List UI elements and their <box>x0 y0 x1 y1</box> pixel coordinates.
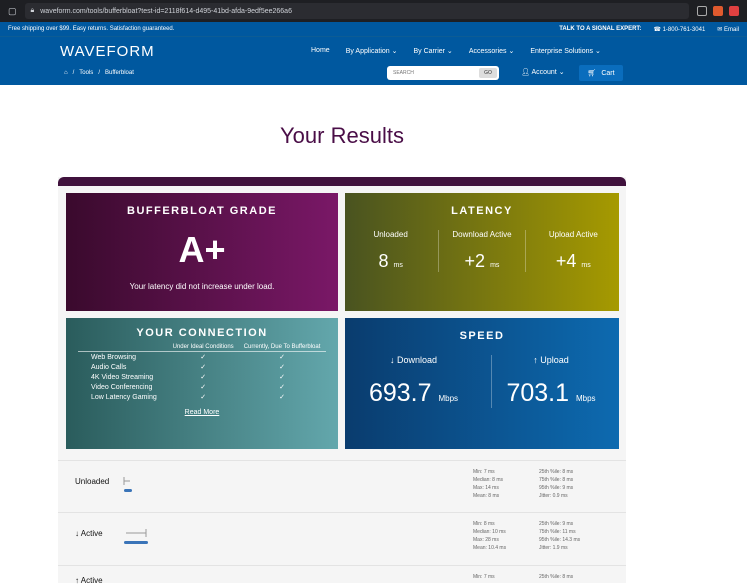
grade-subtitle: Your latency did not increase under load… <box>129 282 275 291</box>
breadcrumb-tools[interactable]: Tools <box>79 70 93 76</box>
latency-unloaded: Unloaded 8 ms <box>373 230 408 271</box>
promo-text: Free shipping over $99. Easy returns. Sa… <box>8 26 175 32</box>
check-icon: ✓ <box>279 384 285 391</box>
read-more-link[interactable]: Read More <box>66 409 338 416</box>
share-icon[interactable] <box>697 6 707 16</box>
search-input[interactable] <box>387 67 475 79</box>
speed-title: SPEED <box>459 330 505 342</box>
latency-download-active: Download Active +2 ms <box>437 230 526 272</box>
browser-toolbar: ▢ 🔒︎ waveform.com/tools/bufferbloat?test… <box>0 0 747 22</box>
breadcrumb: ⌂ / Tools / Bufferbloat <box>64 70 134 76</box>
stats-row-download-active: ↓ Active Min: 8 ms Median: 10 ms Max: 28 m… <box>58 512 626 564</box>
check-icon: ✓ <box>200 374 207 381</box>
check-icon: ✓ <box>200 384 207 391</box>
latency-upload-active: Upload Active +4 ms <box>548 230 598 271</box>
check-icon: ✓ <box>200 394 207 401</box>
page-title: Your Results <box>280 123 404 148</box>
breadcrumb-bufferbloat: Bufferbloat <box>104 70 134 76</box>
latency-boxplot <box>124 529 148 544</box>
breadcrumb-sep: / <box>72 70 75 76</box>
table-row: Video Conferencing ✓ ✓ <box>78 382 326 392</box>
lock-icon: 🔒︎ <box>30 7 35 14</box>
account-label: Account ⌄ <box>531 69 565 76</box>
nav-menu: Home By Application ⌄ By Carrier ⌄ Acces… <box>311 47 601 55</box>
cart-icon: 🛒︎ <box>587 70 597 77</box>
speed-upload: ↑ Upload 703.1 Mbps <box>490 355 611 408</box>
search-box: GO <box>387 66 499 80</box>
home-icon[interactable]: ⌂ <box>64 70 68 76</box>
connection-table: Under Ideal Conditions Currently, Due To… <box>78 343 326 402</box>
grade-title: BUFFERBLOAT GRADE <box>127 205 277 217</box>
check-icon: ✓ <box>279 364 285 371</box>
url-text[interactable]: waveform.com/tools/bufferbloat?test-id=2… <box>40 8 292 15</box>
brave-shield-icon[interactable] <box>713 6 723 16</box>
check-icon: ✓ <box>200 364 207 371</box>
bookmark-icon[interactable]: ▢ <box>8 6 17 17</box>
table-row: Audio Calls ✓ ✓ <box>78 362 326 372</box>
email-link[interactable]: ✉ Email <box>717 26 739 33</box>
account-menu[interactable]: 👤︎ Account ⌄ <box>521 68 565 76</box>
nav-by-application[interactable]: By Application ⌄ <box>346 47 398 55</box>
connection-card: YOUR CONNECTION Under Ideal Conditions C… <box>66 318 338 449</box>
breadcrumb-sep: / <box>98 70 100 76</box>
col-ideal: Under Ideal Conditions <box>172 344 234 350</box>
user-icon: 👤︎ <box>521 69 530 76</box>
stats-label: Unloaded <box>75 477 110 486</box>
table-row: Low Latency Gaming ✓ ✓ <box>78 392 326 402</box>
speed-card: SPEED ↓ Download 693.7 Mbps ↑ Upload 703… <box>345 318 619 449</box>
stats-label: ↑ Active <box>75 576 103 585</box>
check-icon: ✓ <box>279 394 285 401</box>
cart-label: Cart <box>601 69 615 77</box>
col-current: Currently, Due To Bufferbloat <box>243 344 321 350</box>
check-icon: ✓ <box>279 354 285 361</box>
nav-by-carrier[interactable]: By Carrier ⌄ <box>413 47 452 55</box>
grade-value: A+ <box>178 229 226 270</box>
nav-home[interactable]: Home <box>311 47 330 55</box>
table-row: Web Browsing ✓ ✓ <box>78 352 326 363</box>
check-icon: ✓ <box>279 374 285 381</box>
latency-boxplot <box>123 477 132 492</box>
table-row: 4K Video Streaming ✓ ✓ <box>78 372 326 382</box>
latency-card: LATENCY Unloaded 8 ms Download Active +2… <box>345 193 619 311</box>
main-nav: WAVEFORM Home By Application ⌄ By Carrie… <box>0 36 747 85</box>
stats-row-upload-active: ↑ Active Min: 7 ms 25th %ile: 8 ms <box>58 565 626 585</box>
address-bar[interactable]: 🔒︎ waveform.com/tools/bufferbloat?test-i… <box>24 3 689 19</box>
promo-bar: Free shipping over $99. Easy returns. Sa… <box>0 22 747 36</box>
bufferbloat-grade-card: BUFFERBLOAT GRADE A+ Your latency did no… <box>66 193 338 311</box>
talk-label: TALK TO A SIGNAL EXPERT: <box>559 26 642 32</box>
speed-download: ↓ Download 693.7 Mbps <box>368 355 459 407</box>
connection-title: YOUR CONNECTION <box>136 327 268 339</box>
latency-title: LATENCY <box>451 205 513 217</box>
phone-link[interactable]: ☎ 1-800-761-3041 <box>653 26 705 33</box>
cart-button[interactable]: 🛒︎ Cart <box>579 65 623 81</box>
search-go-button[interactable]: GO <box>479 68 497 78</box>
nav-accessories[interactable]: Accessories ⌄ <box>469 47 515 55</box>
stats-row-unloaded: Unloaded Min: 7 ms Median: 8 ms Max: 14 ms… <box>58 460 626 512</box>
stats-label: ↓ Active <box>75 529 103 538</box>
nav-enterprise[interactable]: Enterprise Solutions ⌄ <box>530 47 600 55</box>
check-icon: ✓ <box>200 354 207 361</box>
rewards-icon[interactable] <box>729 6 739 16</box>
waveform-logo[interactable]: WAVEFORM <box>60 43 155 60</box>
